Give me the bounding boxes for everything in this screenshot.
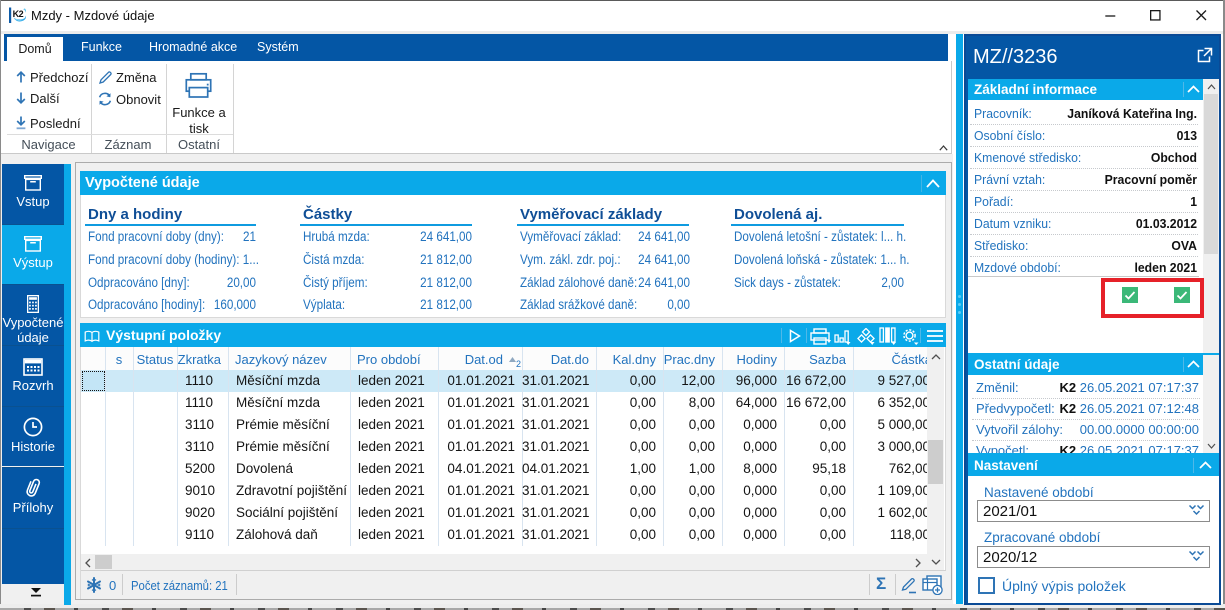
- svg-text:K2: K2: [13, 9, 24, 19]
